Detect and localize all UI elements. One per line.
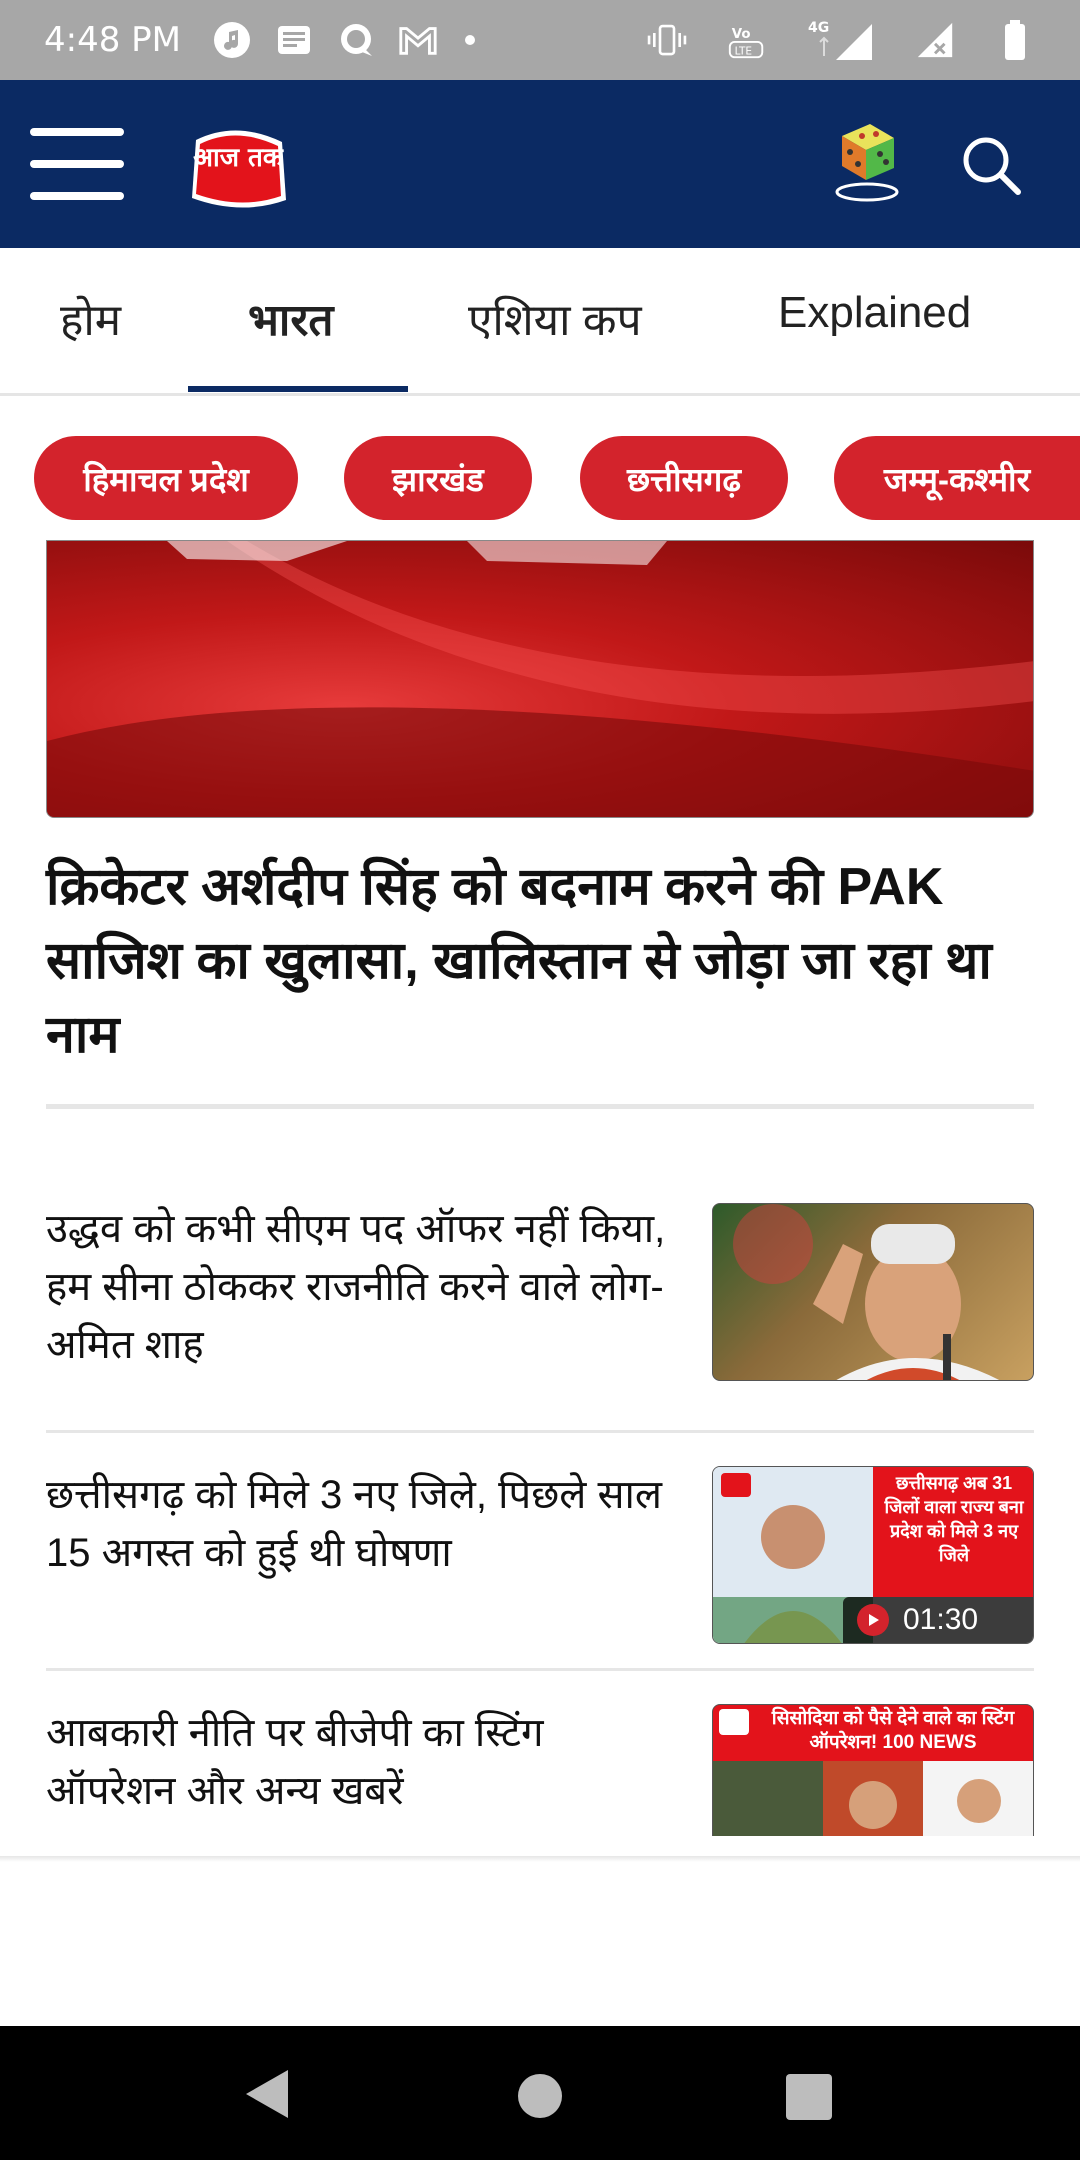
active-tab-indicator <box>188 386 408 392</box>
recent-apps-icon[interactable] <box>786 2074 832 2120</box>
svg-text:आज तक: आज तक <box>193 143 284 173</box>
video-thumbnail[interactable]: छत्तीसगढ़ अब 31 जिलों वाला राज्य बना प्र… <box>712 1466 1034 1644</box>
hero-headline[interactable]: क्रिकेटर अर्शदीप सिंह को बदनाम करने की P… <box>46 850 1034 1072</box>
menu-icon[interactable] <box>30 128 124 200</box>
chip-chhattisgarh[interactable]: छत्तीसगढ़ <box>580 436 788 520</box>
state-chips: हिमाचल प्रदेश झारखंड छत्तीसगढ़ जम्मू-कश्… <box>0 430 1080 520</box>
hero-image[interactable] <box>46 540 1034 818</box>
home-icon[interactable] <box>518 2074 562 2118</box>
svg-text:Vo: Vo <box>732 27 751 42</box>
bottom-fade <box>0 1856 1080 1862</box>
svg-text:LTE: LTE <box>735 45 752 57</box>
app-header: आज तक <box>0 80 1080 248</box>
tab-asia-cup[interactable]: एशिया कप <box>468 288 642 348</box>
system-nav-bar <box>0 2026 1080 2160</box>
thumbnail-caption: सिसोदिया को पैसे देने वाले का स्टिंग ऑपर… <box>771 1708 1015 1753</box>
signal-icon <box>914 19 956 61</box>
status-bar: 4:48 PM Vo LTE 4G <box>0 0 1080 80</box>
chat-icon <box>335 19 377 61</box>
article-title[interactable]: छत्तीसगढ़ को मिले 3 नए जिले, पिछले साल 1… <box>46 1466 676 1582</box>
volte-icon: Vo LTE <box>726 19 768 61</box>
play-icon <box>857 1604 889 1636</box>
chip-jharkhand[interactable]: झारखंड <box>344 436 532 520</box>
back-icon[interactable] <box>244 2068 290 2125</box>
section-tabs: होम भारत एशिया कप Explained <box>0 248 1080 396</box>
dot-icon <box>465 35 475 45</box>
dice-icon[interactable] <box>832 116 902 206</box>
vibrate-icon <box>646 19 688 61</box>
status-time: 4:48 PM <box>44 20 181 60</box>
network-label: 4G <box>808 20 829 36</box>
chip-himachal-pradesh[interactable]: हिमाचल प्रदेश <box>34 436 298 520</box>
gmail-icon <box>397 19 439 61</box>
aajtak-logo[interactable]: आज तक <box>186 120 290 212</box>
4g-signal-icon: 4G <box>806 19 876 61</box>
tab-explained[interactable]: Explained <box>778 288 971 338</box>
article-thumbnail[interactable] <box>712 1203 1034 1381</box>
divider <box>46 1668 1034 1671</box>
thumbnail-caption: छत्तीसगढ़ अब 31 जिलों वाला राज्य बना प्र… <box>884 1473 1024 1565</box>
news-icon <box>273 19 315 61</box>
battery-icon <box>994 19 1036 61</box>
tab-bharat[interactable]: भारत <box>248 288 333 348</box>
video-duration-badge: 01:30 <box>843 1597 1033 1643</box>
divider <box>46 1430 1034 1433</box>
divider <box>46 1104 1034 1109</box>
article-thumbnail[interactable]: सिसोदिया को पैसे देने वाले का स्टिंग ऑपर… <box>712 1704 1034 1836</box>
tab-home[interactable]: होम <box>60 288 121 348</box>
article-title[interactable]: उद्धव को कभी सीएम पद ऑफर नहीं किया, हम स… <box>46 1200 676 1374</box>
video-duration: 01:30 <box>903 1603 979 1636</box>
search-icon[interactable] <box>958 132 1024 198</box>
music-icon <box>211 19 253 61</box>
chip-jammu-kashmir[interactable]: जम्मू-कश्मीर <box>834 436 1080 520</box>
article-title[interactable]: आबकारी नीति पर बीजेपी का स्टिंग ऑपरेशन औ… <box>46 1704 676 1820</box>
